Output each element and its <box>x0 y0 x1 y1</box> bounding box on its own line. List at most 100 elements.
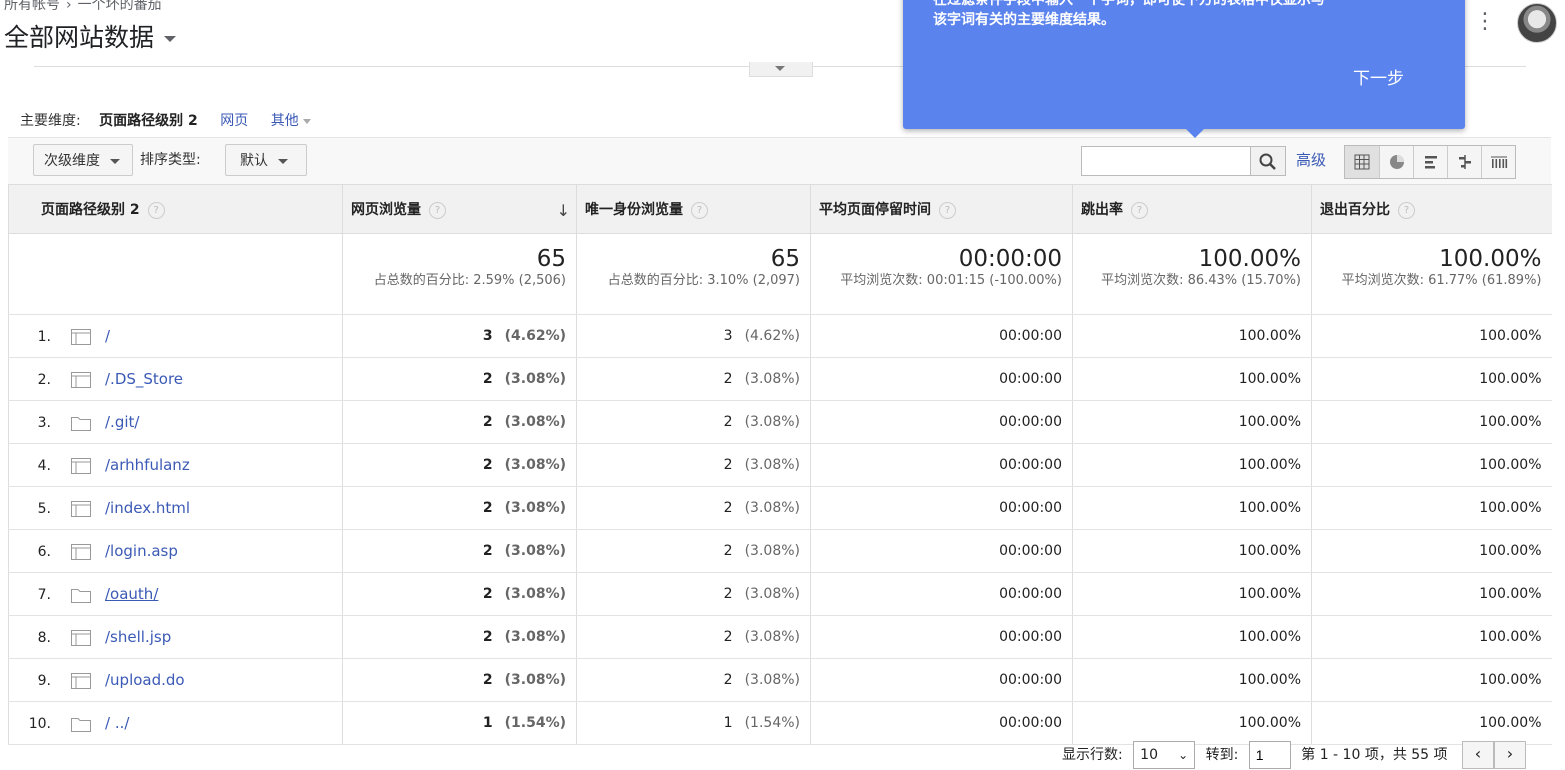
page-path-link[interactable]: /index.html <box>105 499 190 517</box>
unique-pageviews-value: 2 <box>723 543 733 559</box>
exit-pct-cell: 100.00% <box>1311 443 1552 487</box>
bounce-rate-cell: 100.00% <box>1072 357 1312 401</box>
col-header-page-path[interactable]: 页面路径级别 2? <box>8 184 343 234</box>
page-path-link[interactable]: / ../ <box>105 714 129 732</box>
unique-pageviews-pct: (4.62%) <box>744 328 800 344</box>
rows-per-page-select[interactable]: 10 ⌄ <box>1133 741 1196 769</box>
page-range-text: 第 1 - 10 项，共 55 项 <box>1301 747 1448 763</box>
more-vert-icon[interactable]: ⋮ <box>1474 10 1496 38</box>
avg-time-cell: 00:00:00 <box>810 357 1073 401</box>
avatar[interactable] <box>1517 3 1557 43</box>
bounce-rate-cell: 100.00% <box>1072 529 1312 573</box>
total-value: 100.00% <box>1439 246 1542 272</box>
table-row: 5./index.html 2 (3.08%) 2 (3.08%) 00:00:00 100… <box>8 486 1552 530</box>
bounce-rate-cell: 100.00% <box>1072 443 1312 487</box>
sort-type-value: 默认 <box>240 153 268 169</box>
comparison-view-icon[interactable] <box>1447 146 1481 178</box>
total-value: 65 <box>770 246 800 272</box>
secondary-dimension-button[interactable]: 次级维度 <box>33 144 133 176</box>
bounce-rate-cell: 100.00% <box>1072 314 1312 358</box>
caret-down-icon <box>164 36 177 42</box>
primary-dimension-bar: 主要维度: 页面路径级别 2 网页 其他 <box>20 110 311 130</box>
row-dimension-cell: 2. /.DS_Store <box>8 357 343 401</box>
help-icon[interactable]: ? <box>1398 201 1415 219</box>
help-icon[interactable]: ? <box>939 201 956 219</box>
page-path-link[interactable]: /oauth/ <box>105 585 158 603</box>
col-header-bounce-rate[interactable]: 跳出率? <box>1072 184 1312 234</box>
pageviews-pct: (3.08%) <box>504 414 566 430</box>
dimension-link-other[interactable]: 其他 <box>271 113 311 129</box>
dimension-link-page[interactable]: 网页 <box>220 113 248 129</box>
unique-pageviews-pct: (3.08%) <box>744 629 800 645</box>
advanced-filter-link[interactable]: 高级 <box>1296 144 1326 176</box>
pageviews-pct: (3.08%) <box>504 371 566 387</box>
grid-view-icon[interactable] <box>1345 146 1379 178</box>
page-path-link[interactable]: /arhhfulanz <box>105 456 190 474</box>
breadcrumb-property[interactable]: 一个坏的番茄 <box>78 0 162 13</box>
page-path-link[interactable]: / <box>105 327 110 345</box>
col-header-exit-pct[interactable]: 退出百分比? <box>1311 184 1552 234</box>
sort-type-button[interactable]: 默认 <box>225 144 307 176</box>
pageviews-value: 1 <box>482 715 493 731</box>
page-path-link[interactable]: /.git/ <box>105 413 139 431</box>
table-row: 9./upload.do 2 (3.08%) 2 (3.08%) 00:00:00 100.… <box>8 658 1552 702</box>
next-page-button[interactable]: › <box>1494 741 1526 769</box>
pivot-view-icon[interactable] <box>1481 146 1515 178</box>
unique-pageviews-pct: (1.54%) <box>744 715 800 731</box>
pageviews-cell: 2 (3.08%) <box>342 486 577 530</box>
row-dimension-cell: 7. /oauth/ <box>8 572 343 616</box>
bounce-rate-cell: 100.00% <box>1072 615 1312 659</box>
page-path-link[interactable]: /upload.do <box>105 671 185 689</box>
page-path-link[interactable]: /shell.jsp <box>105 628 171 646</box>
row-dimension-cell: 1. / <box>8 314 343 358</box>
pageviews-cell: 2 (3.08%) <box>342 357 577 401</box>
col-header-avg-time[interactable]: 平均页面停留时间? <box>810 184 1073 234</box>
pie-view-icon[interactable] <box>1379 146 1413 178</box>
exit-pct-cell: 100.00% <box>1311 400 1552 444</box>
breadcrumb-account[interactable]: 所有帐号 <box>4 0 60 13</box>
col-header-label: 网页浏览量 <box>351 202 421 218</box>
unique-pageviews-pct: (3.08%) <box>744 414 800 430</box>
total-value: 00:00:00 <box>958 246 1062 272</box>
pagination: 显示行数: 10 ⌄ 转到: 第 1 - 10 项，共 55 项 ‹ › <box>1062 741 1526 769</box>
help-icon[interactable]: ? <box>691 201 708 219</box>
sort-type-label: 排序类型: <box>140 152 201 168</box>
col-header-pageviews[interactable]: 网页浏览量? ↓ <box>342 184 577 234</box>
tooltip-next-button[interactable]: 下一步 <box>1353 64 1404 89</box>
bounce-rate-cell: 100.00% <box>1072 701 1312 745</box>
bar-view-icon[interactable] <box>1413 146 1447 178</box>
goto-page-input[interactable] <box>1248 741 1291 769</box>
breadcrumb: 所有帐号 › 一个坏的番茄 <box>4 0 162 14</box>
caret-down-icon <box>278 158 288 164</box>
page-path-link[interactable]: /login.asp <box>105 542 178 560</box>
unique-pageviews-value: 2 <box>723 371 733 387</box>
rows-per-page-label: 显示行数: <box>1062 747 1123 763</box>
total-cell: 100.00% 平均浏览次数: 86.43% (15.70%) <box>1072 233 1312 315</box>
folder-icon <box>71 415 91 431</box>
unique-pageviews-cell: 2 (3.08%) <box>576 572 811 616</box>
unique-pageviews-value: 2 <box>723 672 733 688</box>
pageviews-value: 2 <box>482 586 493 602</box>
col-header-unique-pageviews[interactable]: 唯一身份浏览量? <box>576 184 811 234</box>
table-header-row: 页面路径级别 2? 网页浏览量? ↓ 唯一身份浏览量? 平均页面停留时间? 跳出率… <box>8 184 1552 234</box>
prev-page-button[interactable]: ‹ <box>1462 741 1494 769</box>
pageviews-pct: (1.54%) <box>504 715 566 731</box>
table-row: 1./3 (4.62%) 3 (4.62%) 00:00:00 100.00% 100.00… <box>8 314 1552 358</box>
avg-time-cell: 00:00:00 <box>810 701 1073 745</box>
avg-time-cell: 00:00:00 <box>810 486 1073 530</box>
table-filter-input[interactable] <box>1081 146 1251 176</box>
help-icon[interactable]: ? <box>1131 201 1148 219</box>
collapse-toggle[interactable] <box>749 62 813 77</box>
onboarding-tooltip: 在过滤条件字段中输入一个字词，即可使下方的表格中仅显示与 该字词有关的主要维度结… <box>903 0 1465 138</box>
help-icon[interactable]: ? <box>147 201 165 219</box>
search-button[interactable] <box>1250 146 1286 176</box>
bounce-rate-cell: 100.00% <box>1072 486 1312 530</box>
page-path-link[interactable]: /.DS_Store <box>105 370 183 388</box>
pageviews-pct: (3.08%) <box>504 543 566 559</box>
view-selector[interactable]: 全部网站数据 <box>4 18 177 54</box>
help-icon[interactable]: ? <box>429 201 446 219</box>
unique-pageviews-pct: (3.08%) <box>744 586 800 602</box>
page-icon <box>71 544 91 560</box>
search-icon <box>1259 153 1276 170</box>
bounce-rate-cell: 100.00% <box>1072 400 1312 444</box>
